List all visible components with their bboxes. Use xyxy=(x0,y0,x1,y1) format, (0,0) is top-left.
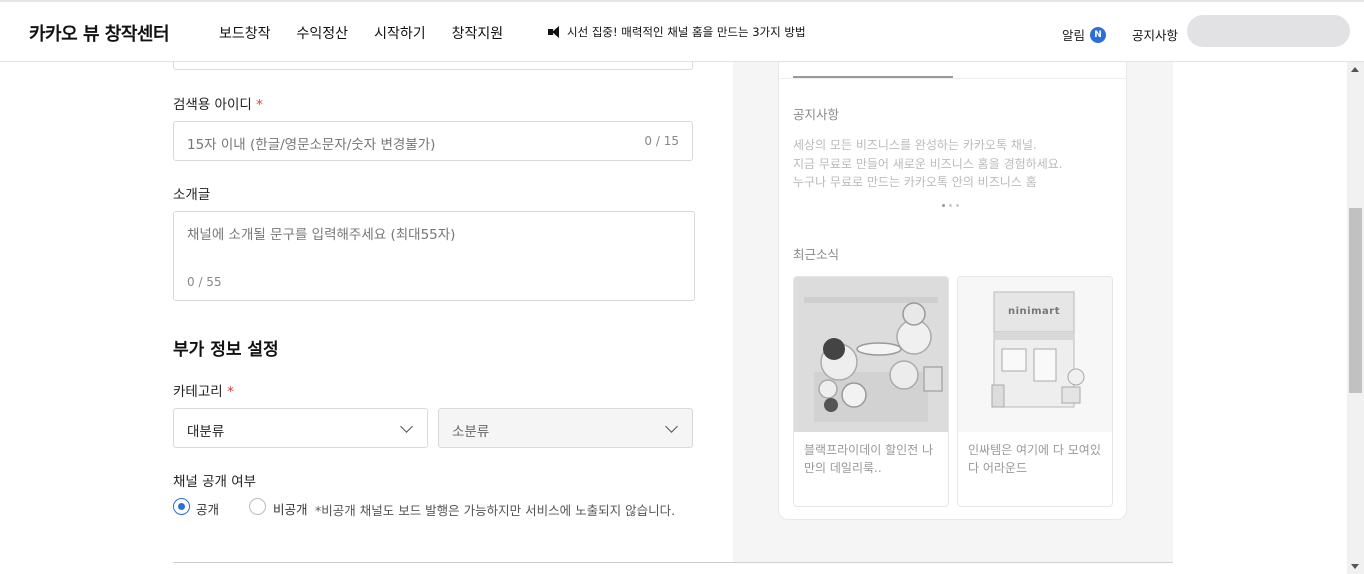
user-profile-blurred[interactable] xyxy=(1187,15,1350,47)
character-cafe-illustration xyxy=(794,277,948,432)
extra-info-title: 부가 정보 설정 xyxy=(173,340,279,360)
new-badge: N xyxy=(1090,26,1107,43)
visibility-label: 채널 공개 여부 xyxy=(173,474,257,490)
nav-creator-support[interactable]: 창작지원 xyxy=(452,23,504,43)
preview-notice-line: 지금 무료로 만들어 새로운 비즈니스 홈을 경험하세요. xyxy=(793,157,1063,171)
tab-divider xyxy=(779,78,1126,79)
news-image: ninimart xyxy=(958,277,1112,432)
radio-private[interactable] xyxy=(249,498,266,515)
nav-board-create[interactable]: 보드창작 xyxy=(219,23,271,43)
alarm-label: 알림 xyxy=(1062,28,1086,43)
category-major-value: 대분류 xyxy=(187,424,225,440)
category-major-select[interactable]: 대분류 xyxy=(173,408,428,448)
notice-banner-text: 시선 집중! 매력적인 채널 홈을 만드는 3가지 방법 xyxy=(567,25,806,39)
intro-placeholder: 채널에 소개될 문구를 입력해주세요 (최대55자) xyxy=(187,227,456,243)
carousel-dots xyxy=(942,204,959,207)
carousel-dot xyxy=(942,204,945,207)
preview-notice-line: 세상의 모든 비즈니스를 완성하는 카카오톡 채널. xyxy=(793,138,1037,152)
visibility-note: *비공개 채널도 보드 발행은 가능하지만 서비스에 노출되지 않습니다. xyxy=(315,503,676,518)
category-label: 카테고리 * xyxy=(173,380,234,400)
news-caption: 인싸템은 여기에 다 모여있다 어라운드 xyxy=(968,443,1101,475)
chevron-down-icon xyxy=(665,420,678,433)
top-header: 카카오 뷰 창작센터 보드창작 수익정산 시작하기 창작지원 시선 집중! 매력… xyxy=(0,0,1364,62)
intro-label: 소개글 xyxy=(173,187,211,203)
radio-private-label[interactable]: 비공개 xyxy=(273,499,308,518)
notice-link[interactable]: 공지사항 xyxy=(1132,25,1178,44)
search-id-placeholder: 15자 이내 (한글/영문소문자/숫자 변경불가) xyxy=(187,137,436,153)
news-card: 블랙프라이데이 할인전 나만의 데일리룩.. xyxy=(793,276,949,507)
news-card: ninimart 인싸템은 여기에 다 모여있다 어라운드 xyxy=(957,276,1113,507)
preview-notice-line: 누구나 무료로 만드는 카카오톡 안의 비즈니스 홈 xyxy=(793,175,1037,189)
active-tab-indicator xyxy=(793,76,953,78)
category-minor-value: 소분류 xyxy=(452,424,490,440)
store-sign: ninimart xyxy=(1008,306,1060,317)
alarm-button[interactable]: 알림 N xyxy=(1062,25,1107,44)
intro-counter: 0 / 55 xyxy=(187,275,222,289)
search-id-label-text: 검색용 아이디 xyxy=(173,97,252,113)
search-id-label: 검색용 아이디 * xyxy=(173,93,263,113)
carousel-dot xyxy=(949,204,952,207)
scroll-up-arrow-icon[interactable] xyxy=(1351,67,1359,72)
carousel-dot xyxy=(956,204,959,207)
category-label-text: 카테고리 xyxy=(173,384,223,400)
required-mark: * xyxy=(256,97,263,113)
radio-public[interactable] xyxy=(173,498,190,515)
nav-getting-started[interactable]: 시작하기 xyxy=(374,23,426,43)
main-nav: 보드창작 수익정산 시작하기 창작지원 xyxy=(219,23,529,43)
scroll-down-arrow-icon[interactable] xyxy=(1351,564,1359,569)
scrollbar-thumb[interactable] xyxy=(1349,208,1362,393)
nav-revenue[interactable]: 수익정산 xyxy=(297,23,349,43)
intro-textarea[interactable]: 채널에 소개될 문구를 입력해주세요 (최대55자) 0 / 55 xyxy=(173,211,695,301)
site-logo[interactable]: 카카오 뷰 창작센터 xyxy=(29,20,170,46)
chevron-down-icon xyxy=(400,420,413,433)
speaker-icon xyxy=(548,26,562,38)
notice-banner[interactable]: 시선 집중! 매력적인 채널 홈을 만드는 3가지 방법 xyxy=(548,24,806,40)
search-id-counter: 0 / 15 xyxy=(644,134,679,148)
search-id-input[interactable]: 15자 이내 (한글/영문소문자/숫자 변경불가) 0 / 15 xyxy=(173,121,693,161)
category-minor-select[interactable]: 소분류 xyxy=(438,408,693,448)
required-mark: * xyxy=(226,384,234,400)
news-image xyxy=(794,277,948,432)
previous-input-bottom xyxy=(173,62,693,70)
preview-notice-heading: 공지사항 xyxy=(793,107,840,122)
radio-public-label[interactable]: 공개 xyxy=(196,499,219,518)
ninimart-store-illustration xyxy=(958,277,1112,432)
news-caption: 블랙프라이데이 할인전 나만의 데일리룩.. xyxy=(804,443,934,475)
section-divider xyxy=(173,562,1173,563)
preview-news-heading: 최근소식 xyxy=(793,247,840,262)
